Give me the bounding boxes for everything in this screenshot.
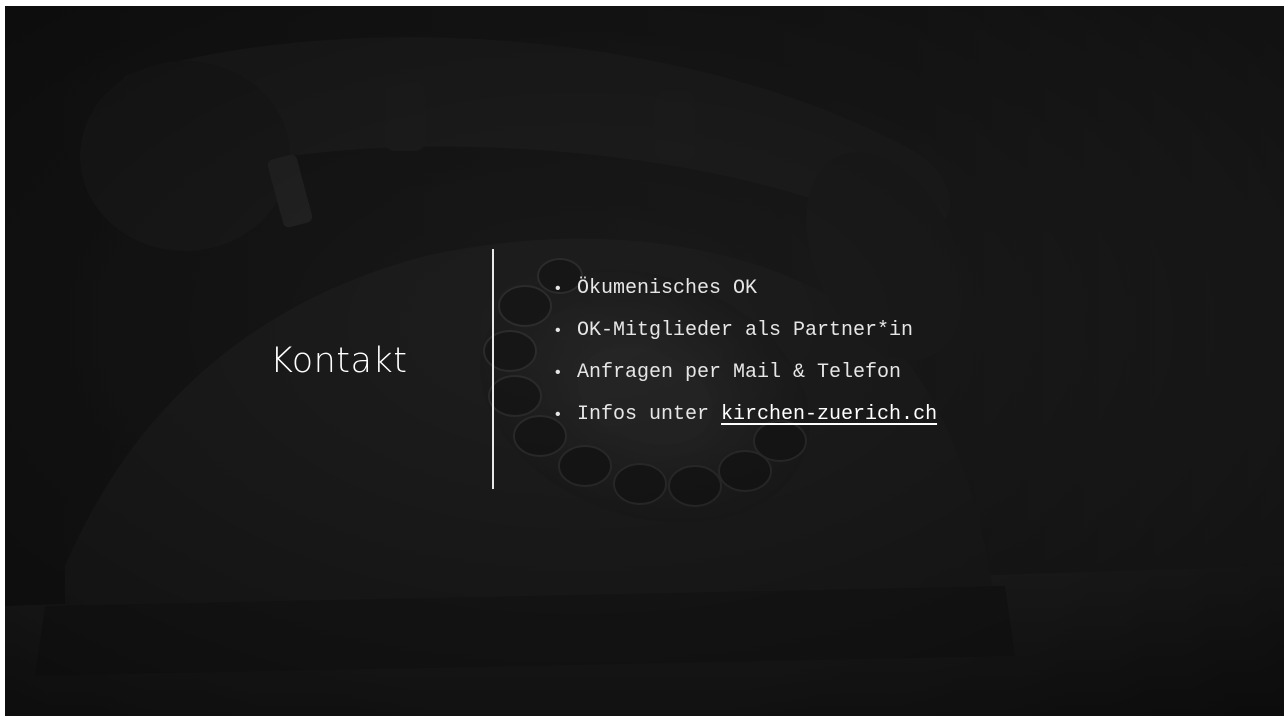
bullet-dot-icon: • <box>555 406 561 423</box>
bullet-list: • Ökumenisches OK • OK-Mitglieder als Pa… <box>555 268 937 436</box>
bullet-text: OK-Mitglieder als Partner*in <box>577 319 914 342</box>
vertical-divider <box>492 249 494 489</box>
presentation-slide: Kontakt • Ökumenisches OK • OK-Mitgliede… <box>5 6 1284 716</box>
bullet-item: • Ökumenisches OK <box>555 268 937 310</box>
bullet-dot-icon: • <box>555 280 561 297</box>
bullet-item: • Infos unter kirchen-zuerich.ch <box>555 394 937 436</box>
bullet-item: • Anfragen per Mail & Telefon <box>555 352 937 394</box>
bullet-text: Ökumenisches OK <box>577 277 758 300</box>
bullet-dot-icon: • <box>555 322 561 339</box>
bullet-text-prefix: Infos unter <box>577 403 722 426</box>
website-link[interactable]: kirchen-zuerich.ch <box>721 394 937 436</box>
bullet-item: • OK-Mitglieder als Partner*in <box>555 310 937 352</box>
slide-title: Kontakt <box>270 341 408 381</box>
bullet-dot-icon: • <box>555 364 561 381</box>
bullet-text: Anfragen per Mail & Telefon <box>577 361 902 384</box>
